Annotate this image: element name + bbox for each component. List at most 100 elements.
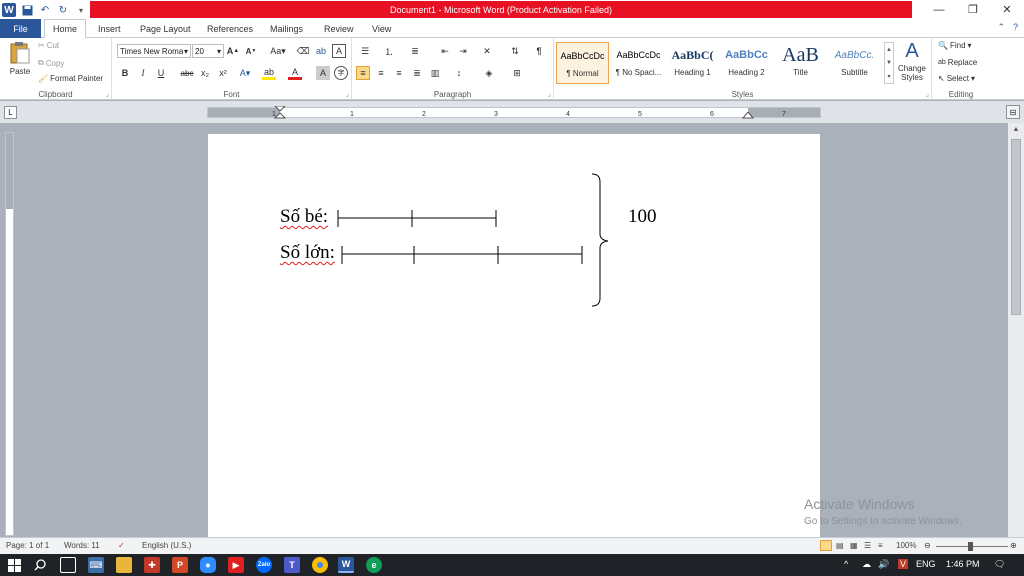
grow-font-icon[interactable]: A ▲ — [226, 44, 240, 58]
copy-button[interactable]: ⧉ Copy — [38, 58, 64, 68]
select-button[interactable]: ↖ Select ▾ — [938, 74, 975, 83]
input-language[interactable]: ENG — [916, 559, 936, 569]
decrease-indent-icon[interactable]: ⇤ — [438, 44, 452, 58]
powerpoint-icon[interactable]: P — [172, 557, 188, 573]
tab-home[interactable]: Home — [44, 19, 87, 39]
vietkey-icon[interactable]: V — [898, 559, 909, 569]
increase-indent-icon[interactable]: ⇥ — [456, 44, 470, 58]
tray-chevron-icon[interactable]: ^ — [844, 559, 848, 569]
char-shading-icon[interactable]: A — [316, 66, 330, 80]
notification-icon[interactable]: 🗨 — [994, 559, 1005, 570]
search-icon[interactable] — [32, 557, 48, 573]
minimize-button[interactable]: — — [922, 0, 956, 19]
vertical-scrollbar[interactable]: ▲ — [1008, 123, 1024, 537]
clock[interactable]: 1:46 PM — [946, 559, 980, 569]
underline-button[interactable]: U — [154, 66, 168, 80]
superscript-button[interactable]: x² — [216, 66, 230, 80]
zoom-out-icon[interactable]: ⊖ — [924, 541, 931, 550]
font-launcher-icon[interactable]: ⌟ — [346, 90, 349, 98]
char-border-icon[interactable]: A — [332, 44, 346, 58]
shading-icon[interactable]: ◈ — [482, 66, 496, 80]
style-subtitle[interactable]: AaBbCc. Subtitle — [828, 42, 881, 84]
borders-icon[interactable]: ⊞ — [510, 66, 524, 80]
edge-icon[interactable]: e — [366, 557, 382, 573]
bold-button[interactable]: B — [118, 66, 132, 80]
replace-button[interactable]: ab Replace — [938, 58, 977, 67]
shrink-font-icon[interactable]: A ▼ — [244, 44, 258, 58]
redo-icon[interactable]: ↻ — [56, 3, 70, 17]
styles-scroll[interactable]: ▲ ▼ ▾ — [884, 42, 894, 84]
tab-selector-icon[interactable]: L — [4, 106, 17, 119]
document-page[interactable]: Số bé: Số lớn: 100 — [208, 134, 820, 538]
align-left-icon[interactable]: ≡ — [356, 66, 370, 80]
windows-start-icon[interactable] — [6, 557, 22, 573]
more-icon[interactable]: ▾ — [887, 73, 890, 80]
align-right-icon[interactable]: ≡ — [392, 66, 406, 80]
tab-file[interactable]: File — [0, 19, 41, 38]
multilevel-list-icon[interactable]: ≣ — [408, 44, 422, 58]
sort-icon[interactable]: ⇅ — [508, 44, 522, 58]
web-layout-icon[interactable]: ▦ — [850, 541, 858, 550]
zalo-icon[interactable]: Zalo — [256, 557, 272, 573]
proofing-icon[interactable]: ✓ — [118, 541, 125, 550]
zoom-level[interactable]: 100% — [896, 541, 916, 550]
style-heading-1[interactable]: AaBbC( Heading 1 — [666, 42, 719, 84]
zoom-in-icon[interactable]: ⊕ — [1010, 541, 1017, 550]
view-ruler-icon[interactable]: ⊟ — [1006, 105, 1020, 119]
file-explorer-icon[interactable] — [116, 557, 132, 573]
word-count[interactable]: Words: 11 — [64, 541, 100, 550]
enclose-char-icon[interactable]: 字 — [334, 66, 348, 80]
word-logo-icon[interactable]: W — [2, 3, 16, 17]
tab-mailings[interactable]: Mailings — [262, 19, 311, 38]
teams-icon[interactable]: T — [284, 557, 300, 573]
close-button[interactable]: ✕ — [990, 0, 1024, 19]
zoom-thumb[interactable] — [968, 542, 973, 551]
zoom-app-icon[interactable]: ● — [200, 557, 216, 573]
undo-icon[interactable]: ↶ — [38, 3, 52, 17]
paste-button[interactable]: Paste — [6, 41, 34, 76]
find-button[interactable]: 🔍 Find ▾ — [938, 41, 972, 50]
highlight-icon[interactable]: ab — [262, 66, 276, 80]
chevron-up-icon[interactable]: ▲ — [886, 47, 892, 53]
indent-marker-icon[interactable] — [274, 106, 286, 119]
font-color-icon[interactable]: A — [288, 66, 302, 80]
italic-button[interactable]: I — [136, 66, 150, 80]
youtube-icon[interactable]: ▶ — [228, 557, 244, 573]
draft-icon[interactable]: ≡ — [878, 541, 883, 550]
volume-icon[interactable]: 🔊 — [878, 559, 889, 570]
chevron-down-icon[interactable]: ▼ — [886, 60, 892, 66]
style-title[interactable]: AaB Title — [774, 42, 827, 84]
style-no-spacing[interactable]: AaBbCcDc ¶ No Spaci... — [612, 42, 665, 84]
tab-page-layout[interactable]: Page Layout — [132, 19, 199, 38]
help-icon[interactable]: ? — [1013, 22, 1018, 33]
style-heading-2[interactable]: AaBbCc Heading 2 — [720, 42, 773, 84]
outline-icon[interactable]: ☰ — [864, 541, 871, 550]
vertical-ruler[interactable] — [5, 132, 14, 536]
font-name-box[interactable]: Times New Roma ▾ — [117, 44, 191, 58]
style-normal[interactable]: AaBbCcDc ¶ Normal — [556, 42, 609, 84]
change-case-icon[interactable]: Aa▾ — [268, 44, 288, 58]
keyboard-app-icon[interactable]: ⌨ — [88, 557, 104, 573]
strikethrough-button[interactable]: abc — [178, 66, 196, 80]
distributed-icon[interactable]: ▥ — [428, 66, 442, 80]
phonetic-guide-icon[interactable]: ab — [314, 44, 328, 58]
cut-button[interactable]: ✂ Cut — [38, 41, 59, 50]
bullets-icon[interactable]: ☰ — [358, 44, 372, 58]
chrome-icon[interactable] — [312, 557, 328, 573]
align-center-icon[interactable]: ≡ — [374, 66, 388, 80]
tab-view[interactable]: View — [364, 19, 399, 38]
scroll-thumb[interactable] — [1011, 139, 1021, 315]
numbering-icon[interactable]: ⒈ — [382, 44, 396, 58]
asian-layout-icon[interactable]: ✕ — [480, 44, 494, 58]
page-count[interactable]: Page: 1 of 1 — [6, 541, 49, 550]
network-icon[interactable]: ☁ — [862, 559, 871, 570]
subscript-button[interactable]: x₂ — [198, 66, 212, 80]
customize-qat-icon[interactable]: ▾ — [74, 3, 88, 17]
restore-button[interactable]: ❐ — [956, 0, 990, 19]
styles-launcher-icon[interactable]: ⌟ — [926, 90, 929, 98]
task-view-icon[interactable] — [60, 557, 76, 573]
clipboard-launcher-icon[interactable]: ⌟ — [106, 90, 109, 98]
tab-references[interactable]: References — [199, 19, 261, 38]
app-red-icon[interactable]: ✚ — [144, 557, 160, 573]
language-status[interactable]: English (U.S.) — [142, 541, 191, 550]
